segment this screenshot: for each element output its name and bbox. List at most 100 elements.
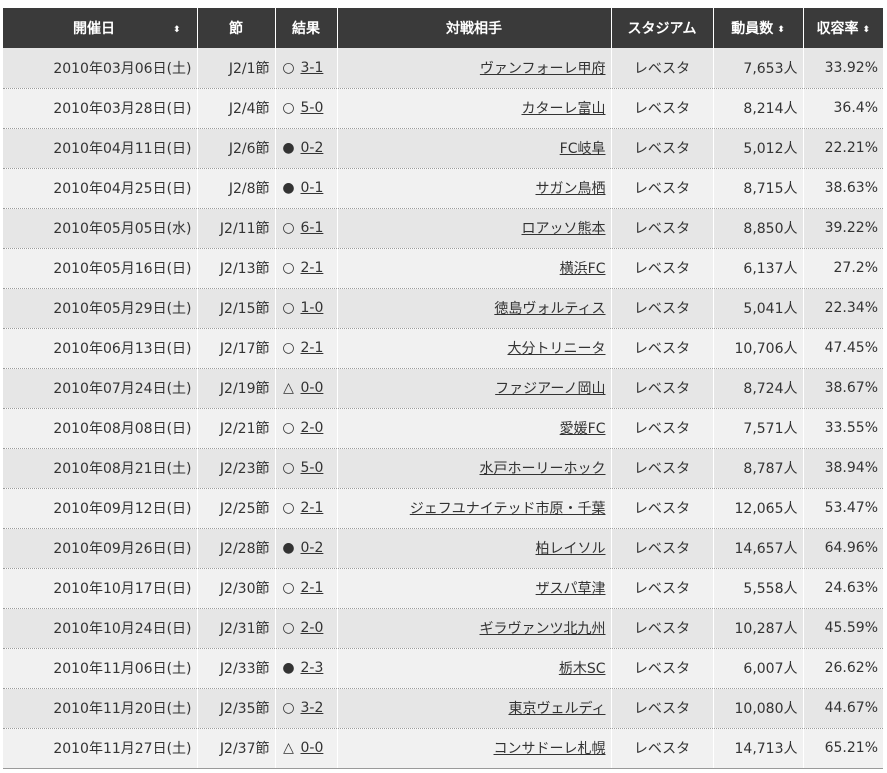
table-row: 2010年08月08日(日) J2/21節 ○ 2-0 愛媛FC レベスタ 7,571人 33… bbox=[3, 408, 883, 449]
opponent-link[interactable]: コンサドーレ札幌 bbox=[494, 741, 606, 757]
cell-opponent: 柏レイソル bbox=[337, 528, 612, 569]
cell-attendance: 6,007人 bbox=[713, 648, 804, 689]
opponent-link[interactable]: 柏レイソル bbox=[536, 541, 606, 557]
cell-date: 2010年09月26日(日) bbox=[3, 528, 198, 569]
cell-attendance: 10,706人 bbox=[713, 328, 804, 369]
cell-attendance: 10,287人 bbox=[713, 608, 804, 649]
score-link[interactable]: 2-3 bbox=[301, 660, 324, 676]
stadium-name: レベスタ bbox=[633, 261, 691, 277]
column-header-date[interactable]: 開催日 ⬍ bbox=[3, 8, 198, 48]
match-section: J2/21節 bbox=[219, 421, 270, 437]
opponent-link[interactable]: ジェフユナイテッド市原・千葉 bbox=[410, 501, 606, 517]
cell-result: ○ 2-0 bbox=[275, 608, 338, 649]
opponent-link[interactable]: ギラヴァンツ北九州 bbox=[480, 621, 606, 637]
score-link[interactable]: 2-1 bbox=[301, 340, 324, 356]
cell-section: J2/11節 bbox=[197, 208, 276, 249]
cell-date: 2010年03月28日(日) bbox=[3, 88, 198, 129]
opponent-link[interactable]: カターレ富山 bbox=[522, 101, 606, 117]
score-link[interactable]: 3-1 bbox=[301, 60, 324, 76]
score-link[interactable]: 1-0 bbox=[301, 300, 324, 316]
match-date: 2010年03月28日(日) bbox=[53, 101, 192, 117]
match-section: J2/19節 bbox=[219, 381, 270, 397]
cell-date: 2010年09月12日(日) bbox=[3, 488, 198, 529]
cell-attendance: 14,657人 bbox=[713, 528, 804, 569]
score-link[interactable]: 6-1 bbox=[301, 220, 324, 236]
stadium-name: レベスタ bbox=[633, 581, 691, 597]
opponent-link[interactable]: 東京ヴェルディ bbox=[508, 701, 605, 717]
cell-attendance: 5,558人 bbox=[713, 568, 804, 609]
stadium-name: レベスタ bbox=[633, 461, 691, 477]
score-link[interactable]: 2-0 bbox=[301, 420, 324, 436]
cell-opponent: 徳島ヴォルティス bbox=[337, 288, 612, 329]
opponent-link[interactable]: 横浜FC bbox=[560, 261, 606, 277]
match-section: J2/25節 bbox=[219, 501, 270, 517]
score-link[interactable]: 2-1 bbox=[301, 580, 324, 596]
score-link[interactable]: 3-2 bbox=[301, 700, 324, 716]
score-link[interactable]: 2-1 bbox=[301, 260, 324, 276]
column-header-attendance[interactable]: 動員数 ⬍ bbox=[713, 8, 804, 48]
cell-result: ○ 1-0 bbox=[275, 288, 338, 329]
result-mark-icon: ○ bbox=[282, 260, 295, 276]
cell-ratio: 36.4% bbox=[803, 88, 883, 129]
opponent-link[interactable]: ロアッソ熊本 bbox=[522, 221, 606, 237]
sort-icon: ⬍ bbox=[862, 25, 871, 35]
cell-ratio: 47.45% bbox=[803, 328, 883, 369]
opponent-link[interactable]: FC岐阜 bbox=[560, 141, 606, 157]
opponent-link[interactable]: ヴァンフォーレ甲府 bbox=[480, 61, 606, 77]
cell-result: ○ 6-1 bbox=[275, 208, 338, 249]
opponent-link[interactable]: 徳島ヴォルティス bbox=[494, 301, 605, 317]
cell-section: J2/31節 bbox=[197, 608, 276, 649]
cell-attendance: 6,137人 bbox=[713, 248, 804, 289]
match-results-table: 開催日 ⬍ 節 結果 対戦相手 スタジアム 動員数 ⬍ 収容率 ⬍ 2010年03月0… bbox=[3, 8, 883, 769]
ratio-value: 36.4% bbox=[833, 100, 878, 116]
table-row: 2010年11月06日(土) J2/33節 ● 2-3 栃木SC レベスタ 6,007人 26… bbox=[3, 648, 883, 689]
result-mark-icon: △ bbox=[283, 740, 294, 756]
ratio-value: 22.34% bbox=[824, 300, 878, 316]
score-link[interactable]: 0-2 bbox=[301, 140, 324, 156]
cell-stadium: レベスタ bbox=[611, 408, 714, 449]
score-link[interactable]: 0-0 bbox=[301, 380, 324, 396]
opponent-link[interactable]: サガン鳥栖 bbox=[536, 181, 606, 197]
cell-stadium: レベスタ bbox=[611, 248, 714, 289]
opponent-link[interactable]: ファジアーノ岡山 bbox=[495, 381, 605, 397]
cell-attendance: 8,724人 bbox=[713, 368, 804, 409]
cell-section: J2/33節 bbox=[197, 648, 276, 689]
score-link[interactable]: 5-0 bbox=[301, 100, 324, 116]
cell-date: 2010年08月08日(日) bbox=[3, 408, 198, 449]
score-link[interactable]: 2-0 bbox=[301, 620, 324, 636]
opponent-link[interactable]: 愛媛FC bbox=[560, 421, 606, 437]
opponent-link[interactable]: 大分トリニータ bbox=[508, 341, 606, 357]
score-link[interactable]: 2-1 bbox=[301, 500, 324, 516]
match-section: J2/1節 bbox=[228, 60, 270, 77]
table-row: 2010年05月16日(日) J2/13節 ○ 2-1 横浜FC レベスタ 6,137人 27… bbox=[3, 248, 883, 289]
ratio-value: 47.45% bbox=[824, 340, 878, 356]
cell-opponent: 大分トリニータ bbox=[337, 328, 612, 369]
match-section: J2/15節 bbox=[219, 301, 270, 317]
result-mark-icon: ○ bbox=[282, 460, 295, 476]
score-link[interactable]: 5-0 bbox=[301, 460, 324, 476]
score-link[interactable]: 0-2 bbox=[301, 540, 324, 556]
ratio-value: 45.59% bbox=[824, 620, 878, 636]
table-row: 2010年09月26日(日) J2/28節 ● 0-2 柏レイソル レベスタ 14,657人… bbox=[3, 528, 883, 569]
opponent-link[interactable]: 栃木SC bbox=[559, 661, 606, 677]
column-header-ratio[interactable]: 収容率 ⬍ bbox=[803, 8, 883, 48]
cell-section: J2/25節 bbox=[197, 488, 276, 529]
cell-stadium: レベスタ bbox=[611, 128, 714, 169]
cell-opponent: ジェフユナイテッド市原・千葉 bbox=[337, 488, 612, 529]
cell-section: J2/37節 bbox=[197, 728, 276, 769]
table-row: 2010年11月20日(土) J2/35節 ○ 3-2 東京ヴェルディ レベスタ 10,08… bbox=[3, 688, 883, 729]
match-date: 2010年11月20日(土) bbox=[53, 701, 192, 717]
match-date: 2010年08月21日(土) bbox=[53, 461, 192, 477]
ratio-value: 53.47% bbox=[824, 500, 878, 516]
score-link[interactable]: 0-0 bbox=[301, 740, 324, 756]
match-section: J2/30節 bbox=[219, 581, 270, 597]
cell-section: J2/21節 bbox=[197, 408, 276, 449]
stadium-name: レベスタ bbox=[633, 301, 691, 317]
opponent-link[interactable]: ザスパ草津 bbox=[536, 581, 606, 597]
score-link[interactable]: 0-1 bbox=[301, 180, 324, 196]
cell-date: 2010年05月16日(日) bbox=[3, 248, 198, 289]
column-header-attendance-label: 動員数 bbox=[731, 21, 774, 37]
opponent-link[interactable]: 水戸ホーリーホック bbox=[480, 461, 606, 477]
ratio-value: 44.67% bbox=[824, 700, 878, 716]
table-row: 2010年05月05日(水) J2/11節 ○ 6-1 ロアッソ熊本 レベスタ 8,850人… bbox=[3, 208, 883, 249]
